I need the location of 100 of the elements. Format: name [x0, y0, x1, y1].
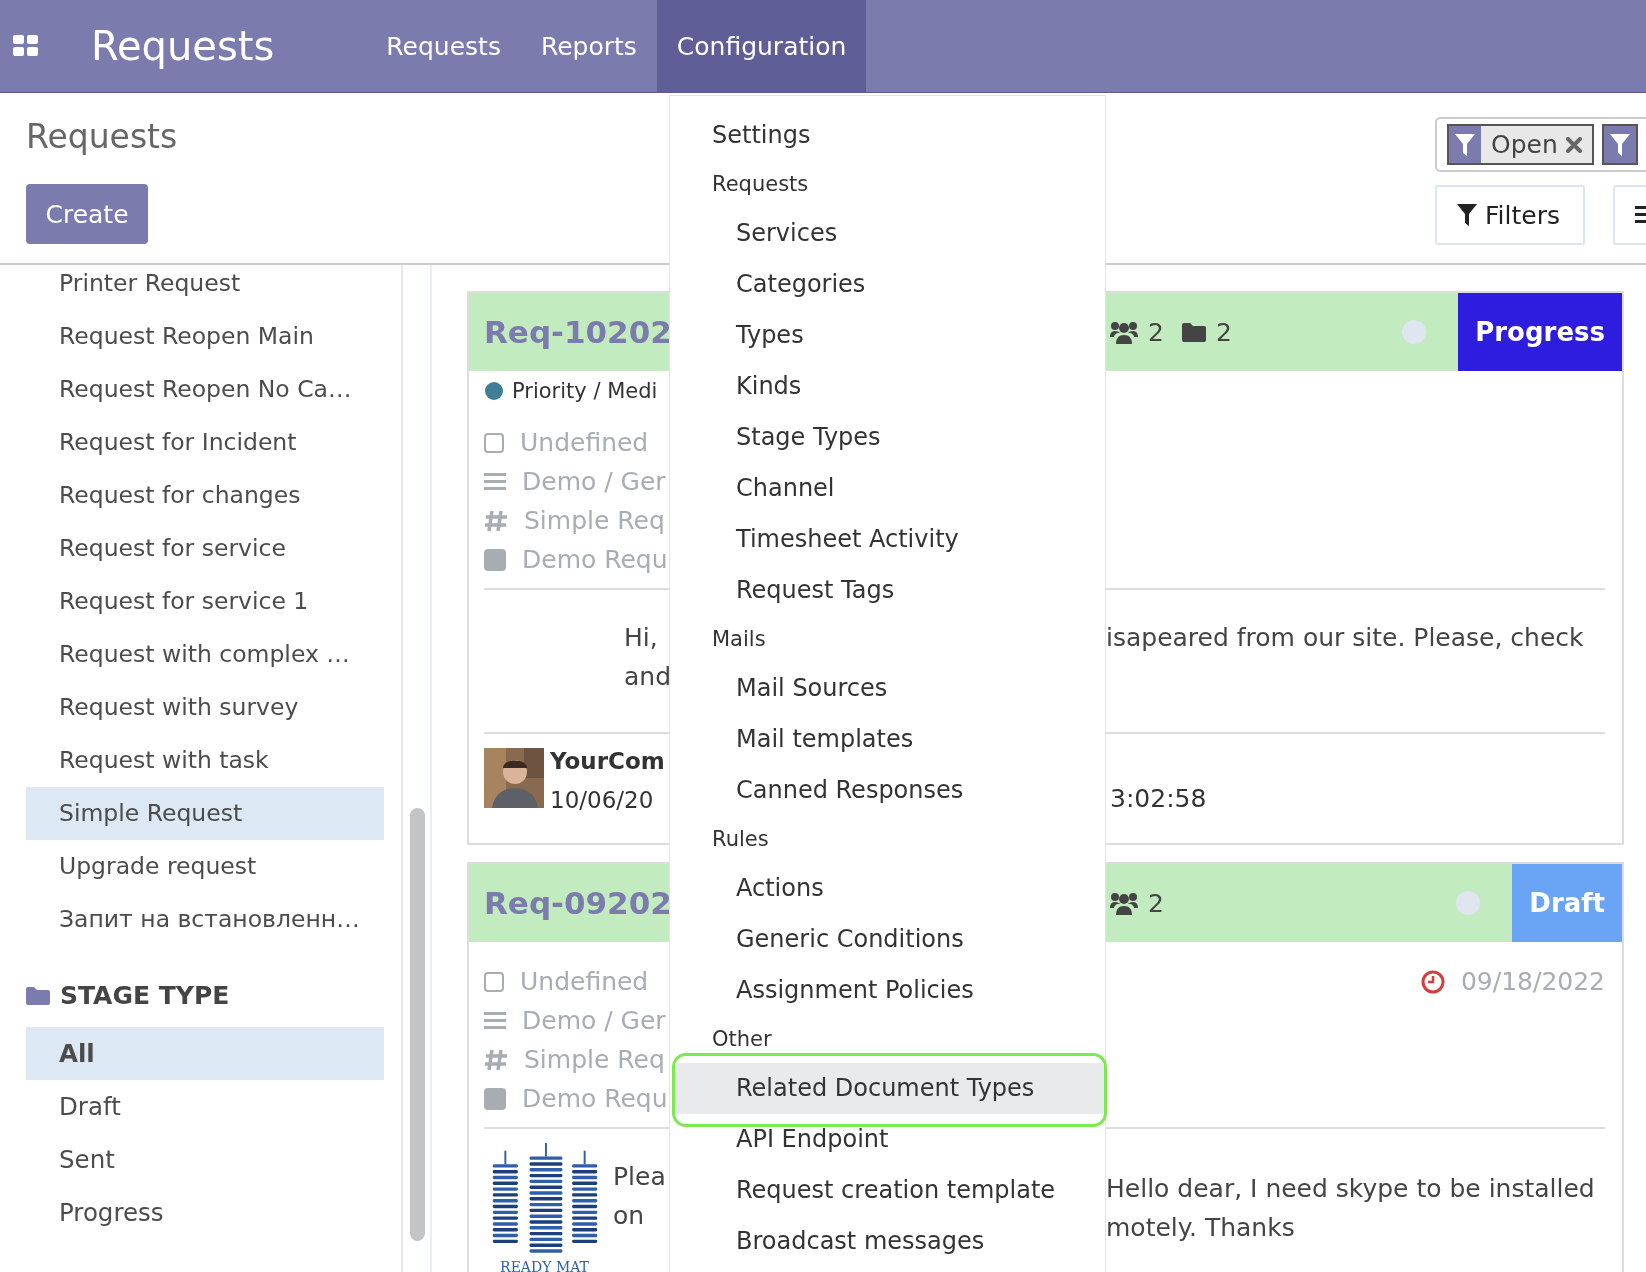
checkbox-icon	[484, 432, 504, 453]
field-value: Demo / Ger	[522, 467, 666, 496]
message-text: and	[624, 661, 672, 693]
checkbox-icon	[484, 971, 504, 992]
sidebar-item[interactable]: Request for service	[26, 522, 384, 575]
dropdown-menu-item[interactable]: Services	[670, 208, 1105, 259]
scrollbar-thumb[interactable]	[410, 808, 425, 1241]
square-icon	[484, 1087, 506, 1110]
sidebar-item[interactable]: Request for changes	[26, 469, 384, 522]
author-name: YourCom	[550, 748, 665, 776]
sidebar-item[interactable]: Simple Request	[26, 787, 384, 840]
clock-icon	[1420, 969, 1445, 994]
priority-text: Priority / Medi	[512, 379, 658, 403]
search-field[interactable]: Open	[1435, 117, 1646, 172]
dropdown-menu-item[interactable]: Request Tags	[670, 565, 1105, 616]
message-text: motely. Thanks	[1106, 1212, 1296, 1244]
people-icon	[1110, 320, 1138, 344]
dropdown-menu-item[interactable]: Settings	[670, 110, 1105, 161]
deadline-date: 09/18/2022	[1460, 967, 1605, 996]
field-value: Simple Req	[524, 1045, 665, 1074]
message-text: isapeared from our site. Please, check	[1106, 622, 1585, 654]
field-value: Demo / Ger	[522, 1006, 666, 1035]
field-value: Undefined	[520, 428, 649, 457]
sidebar-item[interactable]: Request Reopen No Ca…	[26, 363, 384, 416]
field-value: Demo Requ	[522, 545, 668, 574]
sidebar-item[interactable]: Draft	[26, 1080, 384, 1133]
dropdown-menu-item[interactable]: API Endpoint	[670, 1114, 1105, 1165]
remove-facet-button[interactable]	[1565, 136, 1582, 153]
create-button[interactable]: Create	[26, 184, 148, 244]
filter-icon	[1455, 133, 1475, 156]
dropdown-menu-item[interactable]: Timesheet Activity	[670, 514, 1105, 565]
message-text: on	[613, 1200, 646, 1232]
filters-button[interactable]: Filters	[1435, 185, 1585, 245]
nav-menu-item[interactable]: Requests	[366, 0, 521, 92]
sidebar-item[interactable]: Upgrade request	[26, 840, 384, 893]
people-icon	[1110, 891, 1138, 915]
counter-value: 2	[1148, 317, 1164, 347]
filter-icon	[1609, 133, 1630, 156]
counter-value: 2	[1215, 317, 1232, 347]
message-time: 3:02:58	[1109, 784, 1208, 813]
list-icon	[484, 472, 506, 491]
square-icon	[484, 548, 506, 571]
dropdown-menu-item[interactable]: Generic Conditions	[670, 914, 1105, 965]
message-text: Hi,	[624, 622, 659, 654]
status-dot[interactable]	[1402, 320, 1427, 344]
menu-section-header: Rules	[711, 826, 770, 853]
menu-section-header: Other	[711, 1026, 773, 1053]
field-value: Demo Requ	[522, 1084, 668, 1113]
hash-icon	[484, 509, 508, 532]
apps-menu-button[interactable]	[13, 35, 39, 57]
folder-icon	[26, 986, 50, 1005]
app-title: Requests	[91, 23, 275, 69]
status-dot[interactable]	[1456, 891, 1481, 915]
dropdown-menu-item[interactable]: Categories	[670, 259, 1105, 310]
sidebar-section-title: STAGE TYPE	[60, 981, 230, 1010]
menu-section-header: Mails	[711, 626, 767, 653]
sidebar-item[interactable]: Request with complex …	[26, 628, 384, 681]
hash-icon	[484, 1048, 508, 1071]
sidebar-item[interactable]: Request for service 1	[26, 575, 384, 628]
sidebar-item[interactable]: Progress	[26, 1186, 384, 1239]
counter-value: 2	[1148, 888, 1164, 918]
sidebar-item[interactable]: Request Reopen Main	[26, 310, 384, 363]
dropdown-menu-item[interactable]: Types	[670, 310, 1105, 361]
priority-dot-icon	[484, 381, 504, 401]
dropdown-menu-item[interactable]: Kinds	[670, 361, 1105, 412]
dropdown-menu-item[interactable]: Canned Responses	[670, 765, 1105, 816]
folder-icon	[1181, 322, 1206, 342]
message-text: Plea	[613, 1161, 666, 1193]
stage-label: Draft	[1512, 864, 1622, 942]
dropdown-menu-item[interactable]: Mail templates	[670, 714, 1105, 765]
message-date: 10/06/20	[550, 787, 655, 813]
nav-menu-item[interactable]: Reports	[520, 0, 657, 92]
dropdown-menu-item[interactable]: Actions	[670, 863, 1105, 914]
field-value: Undefined	[520, 967, 649, 996]
sidebar-item[interactable]: Request for Incident	[26, 416, 384, 469]
sidebar-item[interactable]: Sent	[26, 1133, 384, 1186]
remove-icon	[1565, 136, 1582, 153]
dropdown-menu-item[interactable]: Mail Sources	[670, 663, 1105, 714]
dropdown-menu-item[interactable]: Request creation template	[670, 1165, 1105, 1216]
facet-label: Open	[1491, 130, 1558, 159]
sidebar-item[interactable]: Request with task	[26, 734, 384, 787]
dropdown-menu-item[interactable]: Channel	[670, 463, 1105, 514]
field-value: Simple Req	[524, 506, 665, 535]
apps-icon	[13, 35, 39, 57]
nav-menu-item[interactable]: Configuration	[656, 0, 867, 92]
filter-icon	[1457, 204, 1477, 226]
message-text: Hello dear, I need skype to be installed	[1106, 1173, 1596, 1205]
sidebar-item[interactable]: All	[26, 1027, 384, 1080]
dropdown-menu-item[interactable]: Related Document Types	[675, 1063, 1104, 1114]
sidebar-item[interactable]: Request with survey	[26, 681, 384, 734]
stage-label: Progress	[1458, 293, 1622, 371]
menu-section-header: Requests	[711, 171, 810, 198]
sidebar-item[interactable]: Запит на встановленн…	[26, 893, 384, 946]
sidebar-item[interactable]: Printer Request	[26, 257, 384, 310]
dropdown-menu-item[interactable]: Assignment Policies	[670, 965, 1105, 1016]
dropdown-menu-item[interactable]: Broadcast messages	[670, 1216, 1105, 1267]
logo-text: READY MAT	[500, 1259, 589, 1272]
dropdown-menu-item[interactable]: Stage Types	[670, 412, 1105, 463]
breadcrumb[interactable]: Requests	[26, 117, 178, 161]
list-icon	[484, 1011, 506, 1030]
